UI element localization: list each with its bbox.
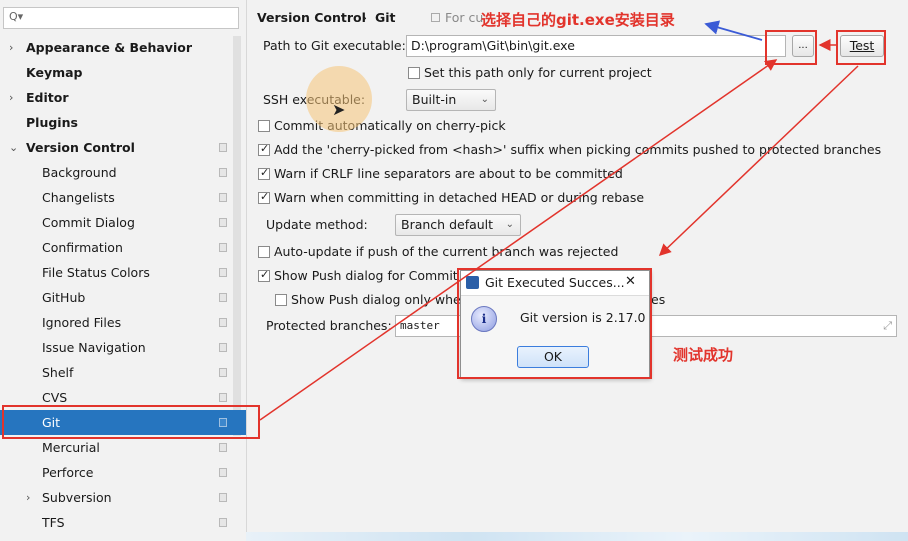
bottom-strip <box>246 532 908 541</box>
arrow-to-label <box>704 20 763 41</box>
arrow-test-to-dialog <box>658 65 859 257</box>
annotation-arrows <box>259 20 859 421</box>
arrow-git-to-browse <box>259 59 778 421</box>
